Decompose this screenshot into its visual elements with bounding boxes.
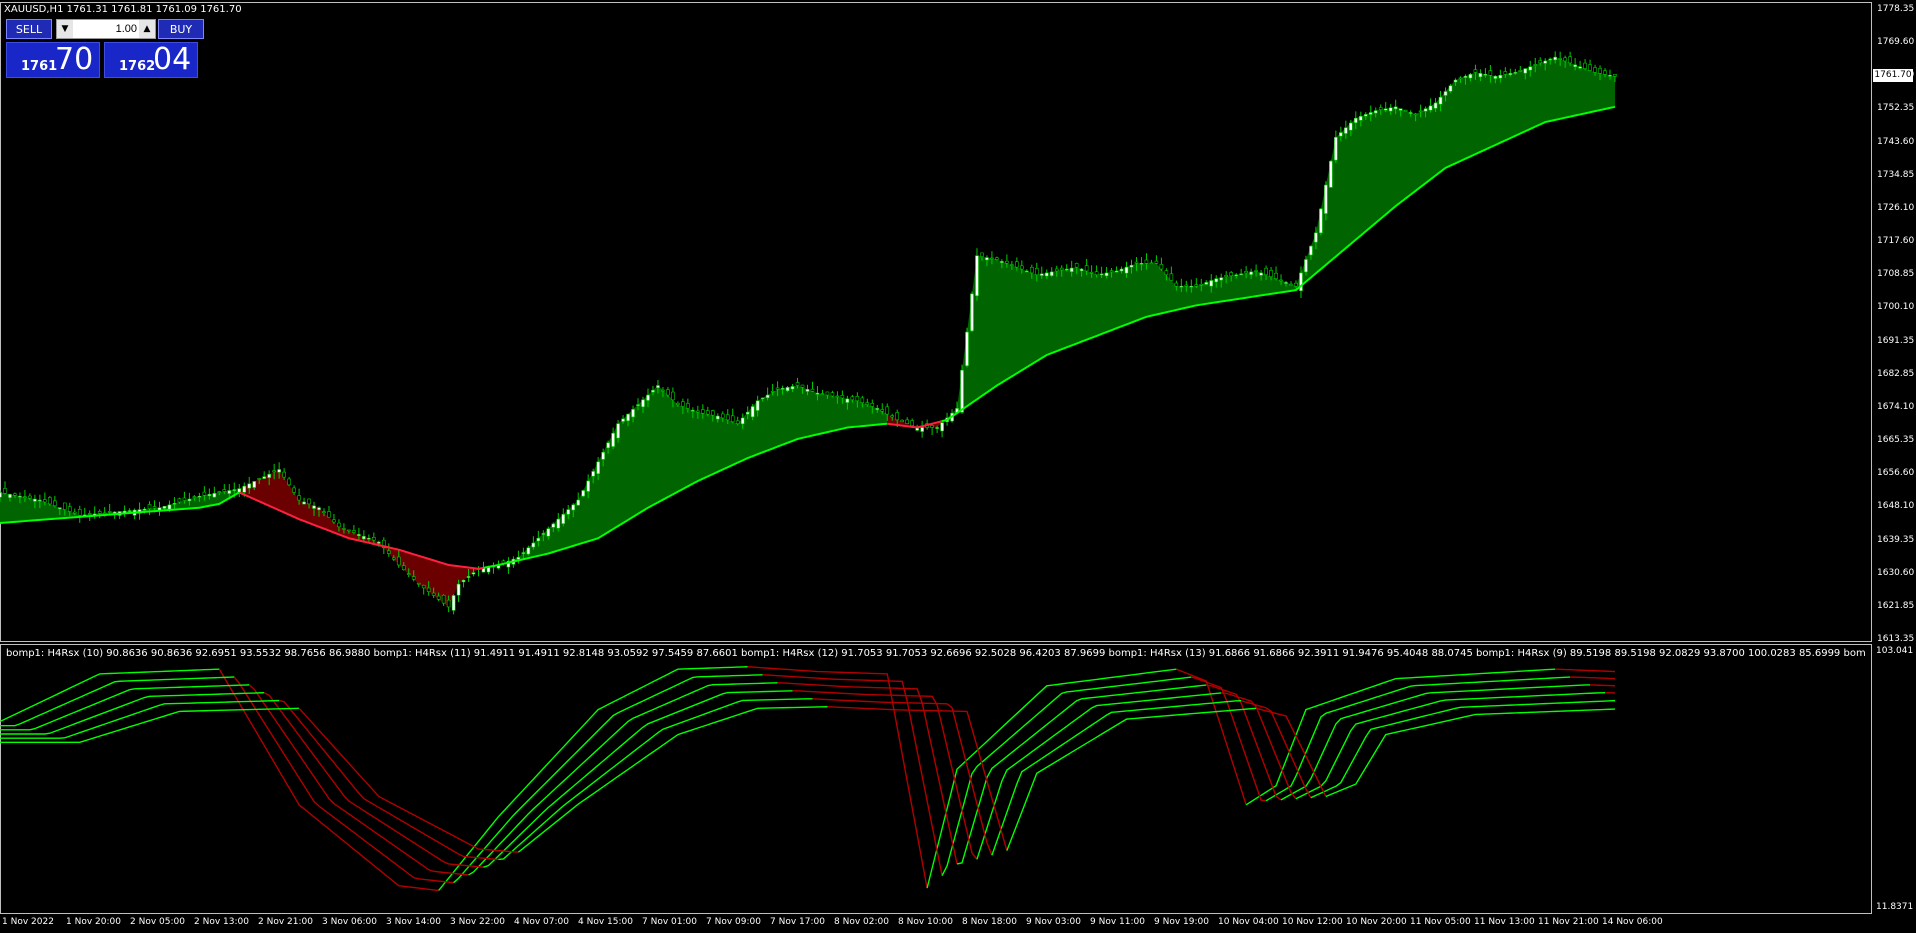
time-axis-label: 8 Nov 10:00	[898, 917, 953, 927]
rsx-line-period-10	[956, 684, 1207, 865]
time-axis-label: 10 Nov 12:00	[1282, 917, 1343, 927]
rsx-line-period-11	[0, 692, 265, 735]
rsx-line-period-13	[1006, 707, 1257, 851]
rsx-line-period-13	[1325, 708, 1616, 798]
price-axis-label: 1743.60	[1877, 136, 1915, 147]
rsx-line-period-9	[762, 674, 943, 876]
rsx-line-period-10	[1590, 684, 1616, 687]
time-axis-label: 8 Nov 18:00	[962, 917, 1017, 927]
price-axis-label: 1665.35	[1877, 435, 1915, 446]
time-axis-label: 8 Nov 02:00	[834, 917, 889, 927]
rsx-line-period-11	[792, 690, 978, 860]
rsx-line-period-12	[498, 698, 813, 861]
rsx-line-period-12	[991, 700, 1242, 856]
price-axis-label: 1621.85	[1877, 600, 1915, 611]
time-axis-label: 7 Nov 01:00	[642, 917, 697, 927]
sub-axis-top: 103.041	[1876, 646, 1914, 656]
rsx-line-period-13	[1255, 707, 1327, 797]
price-axis-label: 1708.85	[1877, 269, 1915, 280]
time-axis-label: 3 Nov 22:00	[450, 917, 505, 927]
price-axis-label: 1639.35	[1877, 534, 1915, 545]
time-axis-label: 10 Nov 20:00	[1346, 917, 1407, 927]
time-axis-label: 7 Nov 17:00	[770, 917, 825, 927]
rsx-line-period-9	[453, 674, 763, 884]
rsx-line-period-10	[0, 684, 250, 731]
price-axis-label: 1717.60	[1877, 236, 1915, 247]
current-price-tag: 1761.70	[1873, 69, 1913, 82]
rsx-line-period-8	[218, 668, 439, 892]
price-axis-label: 1700.10	[1877, 302, 1915, 313]
time-axis-label: 1 Nov 2022	[2, 917, 54, 927]
price-axis-label: 1613.35	[1877, 634, 1915, 644]
rsx-line-period-9	[0, 676, 235, 727]
rsx-line-period-10	[468, 682, 778, 876]
price-axis-label: 1682.85	[1877, 368, 1915, 379]
rsx-line-period-8	[1176, 668, 1247, 806]
price-axis-label: 1648.10	[1877, 501, 1915, 512]
price-axis-label: 1726.10	[1877, 202, 1915, 213]
time-axis-label: 11 Nov 05:00	[1410, 917, 1471, 927]
time-axis-label: 4 Nov 15:00	[578, 917, 633, 927]
price-axis-label: 1778.35	[1877, 4, 1915, 14]
price-axis-label: 1656.60	[1877, 468, 1915, 479]
rsx-line-period-8	[438, 666, 748, 891]
rsx-line-period-13	[827, 706, 1008, 851]
time-axis-label: 3 Nov 06:00	[322, 917, 377, 927]
time-axis-label: 3 Nov 14:00	[386, 917, 441, 927]
time-axis-label: 11 Nov 13:00	[1474, 917, 1535, 927]
price-axis-label: 1752.35	[1877, 103, 1915, 114]
time-axis-label: 2 Nov 21:00	[258, 917, 313, 927]
time-axis-label: 2 Nov 05:00	[130, 917, 185, 927]
price-axis-label: 1630.60	[1877, 567, 1915, 578]
rsx-line-period-9	[941, 676, 1192, 876]
time-axis-label: 4 Nov 07:00	[514, 917, 569, 927]
time-axis-label: 14 Nov 06:00	[1602, 917, 1663, 927]
rsx-line-period-11	[263, 692, 484, 868]
time-axis-label: 2 Nov 13:00	[194, 917, 249, 927]
rsx-indicator-chart	[0, 666, 1616, 892]
price-axis-label: 1769.60	[1877, 37, 1915, 48]
price-axis-label: 1674.10	[1877, 401, 1915, 412]
indicator-header: bomp1: H4Rsx (10) 90.8636 90.8636 92.695…	[6, 648, 1866, 659]
rsx-line-period-12	[0, 699, 280, 739]
rsx-line-period-12	[1240, 700, 1312, 799]
time-axis-label: 9 Nov 11:00	[1090, 917, 1145, 927]
time-axis-label: 10 Nov 04:00	[1218, 917, 1279, 927]
time-axis-label: 9 Nov 19:00	[1154, 917, 1209, 927]
price-axis-label: 1734.85	[1877, 169, 1915, 180]
rsx-line-period-12	[812, 698, 993, 856]
time-axis-label: 1 Nov 20:00	[66, 917, 121, 927]
time-axis-label: 11 Nov 21:00	[1538, 917, 1599, 927]
rsx-line-period-12	[278, 699, 499, 861]
rsx-line-period-8	[1555, 668, 1616, 673]
price-axis-label: 1691.35	[1877, 335, 1915, 346]
rsx-line-period-11	[483, 690, 793, 868]
sub-axis-bottom: 11.8371	[1876, 902, 1914, 912]
rsx-line-period-9	[1570, 676, 1616, 680]
time-axis-label: 7 Nov 09:00	[706, 917, 761, 927]
time-axis-label: 9 Nov 03:00	[1026, 917, 1081, 927]
